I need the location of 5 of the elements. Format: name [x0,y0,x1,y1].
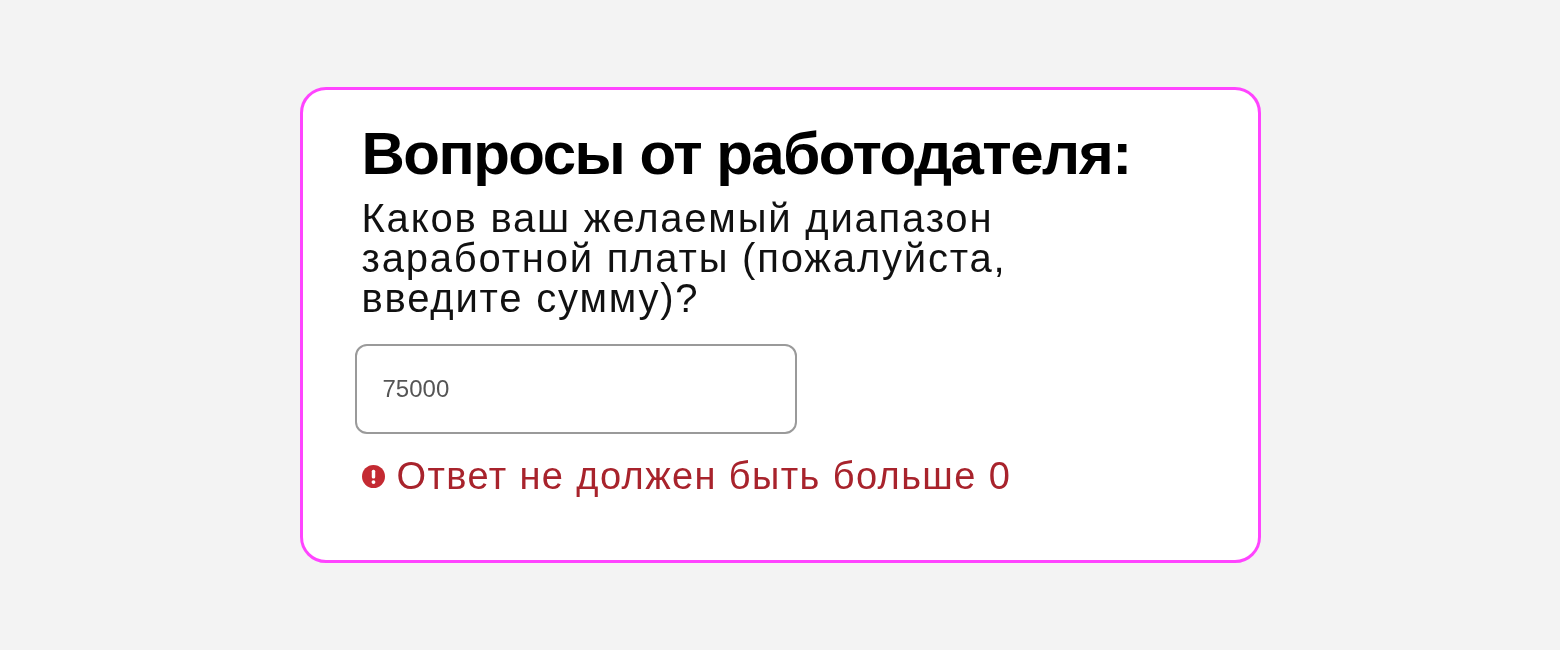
card-title: Вопросы от работодателя: [361,122,1132,186]
answer-field[interactable]: 75000 [354,344,797,434]
error-icon [361,464,385,488]
error-message: Ответ не должен быть больше 0 [396,456,1012,496]
question-text: Каков ваш желаемый диапазон заработной платы (пожалуйста, введите сумму)? [361,198,1008,318]
